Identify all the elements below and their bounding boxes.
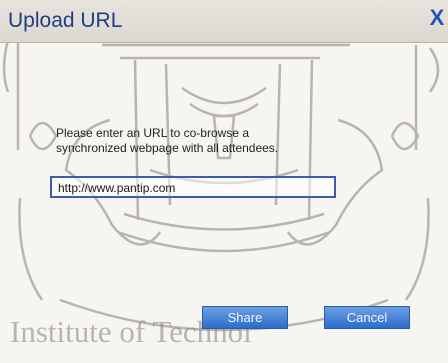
instruction-line-1: Please enter an URL to co-browse a bbox=[56, 126, 249, 140]
cancel-button[interactable]: Cancel bbox=[324, 306, 410, 329]
dialog-title: Upload URL bbox=[8, 9, 123, 32]
instruction-line-2: synchronized webpage with all attendees. bbox=[56, 141, 279, 155]
dialog-content: Please enter an URL to co-browse a synch… bbox=[0, 43, 448, 363]
close-icon[interactable]: X bbox=[428, 6, 446, 30]
url-input[interactable] bbox=[58, 180, 328, 196]
dialog-screenshot: Institute of Technol Upload URL X Please… bbox=[0, 0, 448, 363]
upload-url-dialog: Upload URL X Please enter an URL to co-b… bbox=[0, 0, 448, 363]
instruction-text: Please enter an URL to co-browse a synch… bbox=[56, 126, 356, 156]
url-field-container bbox=[50, 176, 336, 198]
dialog-titlebar: Upload URL X bbox=[0, 0, 448, 43]
share-button[interactable]: Share bbox=[202, 306, 288, 329]
